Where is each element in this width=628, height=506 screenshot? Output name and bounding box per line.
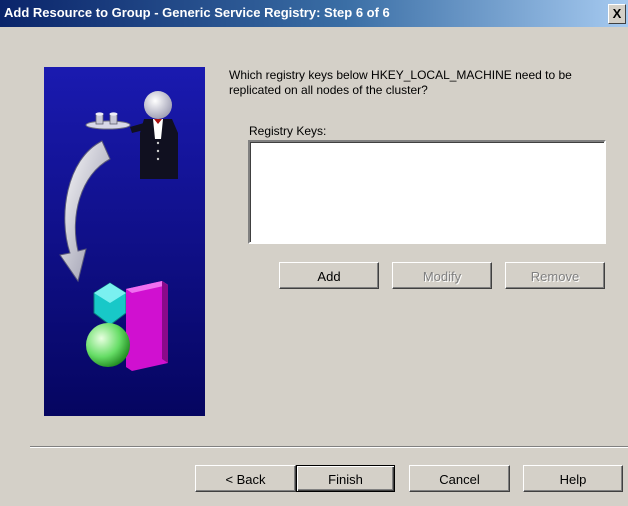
back-button[interactable]: < Back — [195, 465, 296, 492]
cancel-button[interactable]: Cancel — [409, 465, 510, 492]
butler-wizard-illustration-icon — [44, 67, 205, 416]
close-button[interactable]: X — [608, 4, 626, 24]
footer-separator — [30, 446, 628, 448]
registry-keys-list[interactable] — [248, 140, 606, 244]
add-button[interactable]: Add — [279, 262, 379, 289]
wizard-dialog: Add Resource to Group - Generic Service … — [0, 0, 628, 506]
window-title: Add Resource to Group - Generic Service … — [4, 5, 390, 20]
remove-button[interactable]: Remove — [505, 262, 605, 289]
modify-button[interactable]: Modify — [392, 262, 492, 289]
title-bar[interactable]: Add Resource to Group - Generic Service … — [0, 0, 628, 27]
finish-button[interactable]: Finish — [296, 465, 395, 492]
help-button[interactable]: Help — [523, 465, 623, 492]
instruction-text: Which registry keys below HKEY_LOCAL_MAC… — [229, 68, 572, 97]
registry-keys-label: Registry Keys: — [249, 124, 327, 138]
